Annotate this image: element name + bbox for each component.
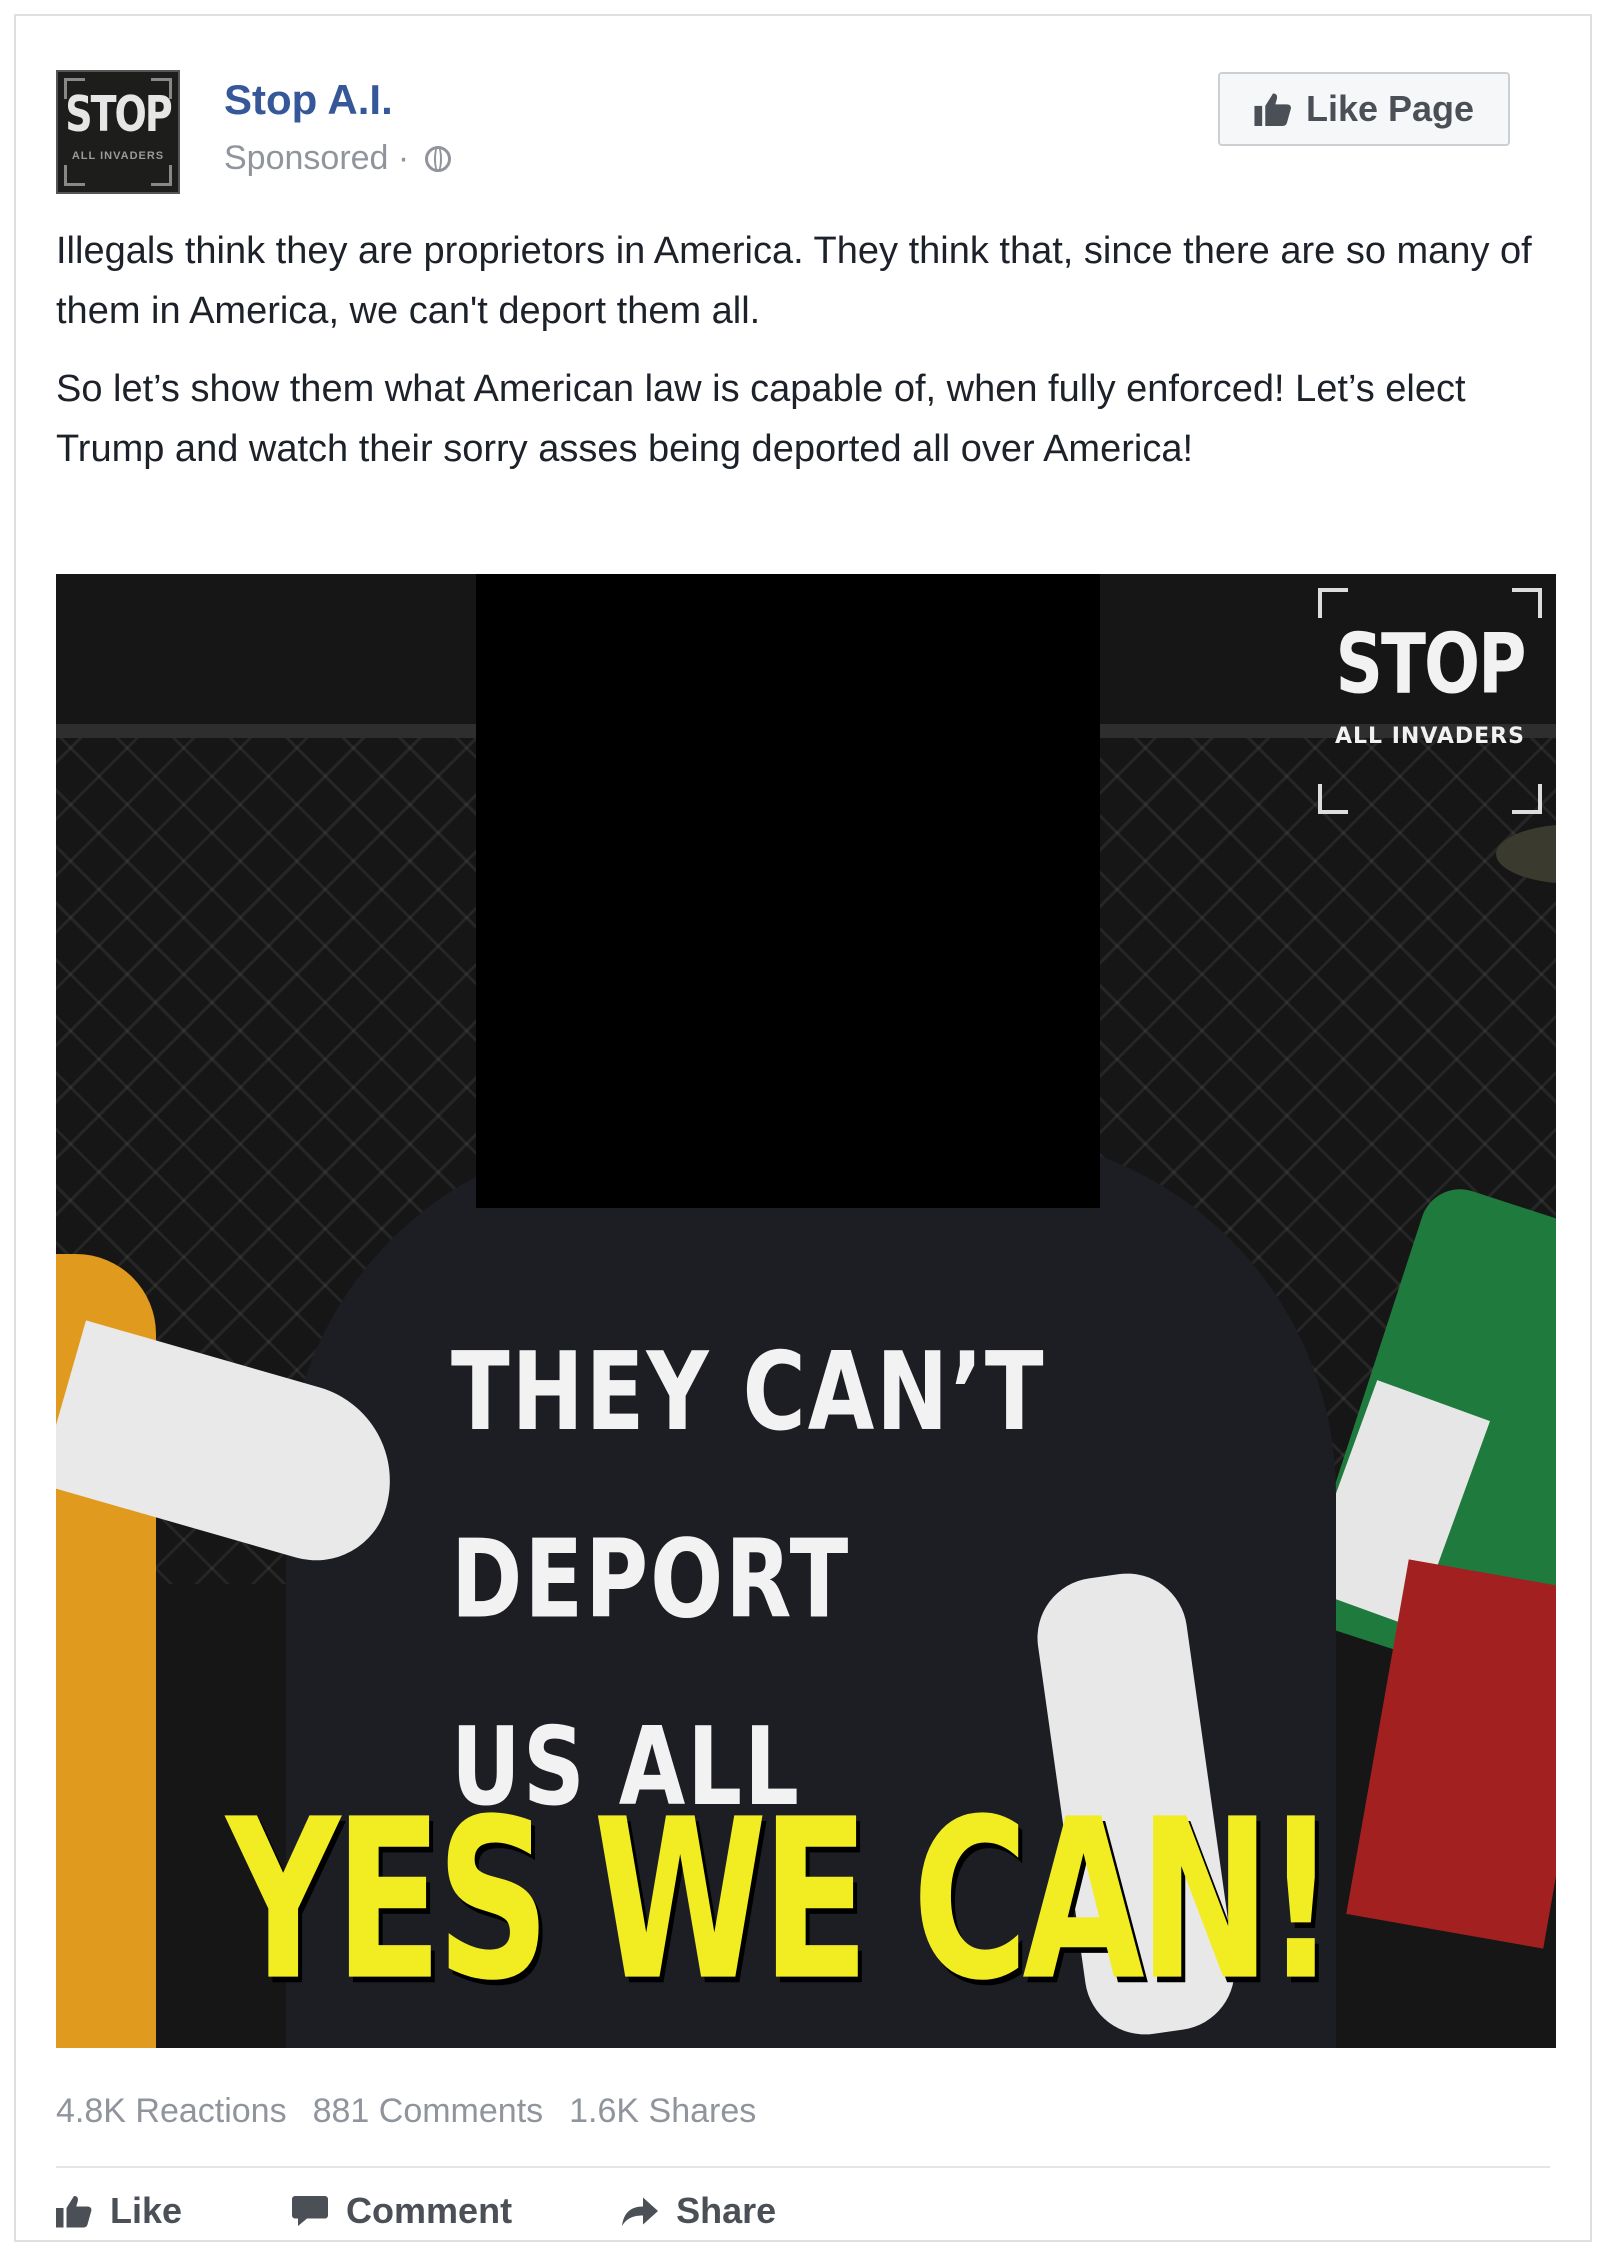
comment-bubble-icon [292, 2196, 329, 2226]
post-paragraph: So let’s show them what American law is … [56, 368, 1466, 470]
meta-separator: · [397, 139, 410, 177]
image-caption: YES WE CAN! [226, 1772, 1337, 2030]
shares-count[interactable]: 1.6K Shares [569, 2086, 756, 2136]
engagement-stats: 4.8K Reactions 881 Comments 1.6K Shares [56, 2086, 756, 2136]
sponsored-label[interactable]: Sponsored [224, 139, 388, 177]
share-button[interactable]: Share [622, 2190, 776, 2232]
post-image[interactable]: THEY CAN’T DEPORT US ALL STOP ALL INVADE… [56, 574, 1556, 2048]
like-label: Like [110, 2190, 183, 2231]
divider [56, 2166, 1550, 2168]
avatar-corner [151, 165, 172, 186]
avatar-corner [64, 165, 85, 186]
logo-corner [1512, 784, 1542, 814]
reactions-count[interactable]: 4.8K Reactions [56, 2086, 287, 2136]
post-meta: Sponsored · [224, 136, 451, 180]
action-bar: Like Comment Share [56, 2176, 886, 2246]
avatar-logo-subtext: ALL INVADERS [71, 150, 165, 162]
logo-corner [1512, 588, 1542, 618]
post-header: STOP ALL INVADERS Stop A.I. Sponsored · … [56, 56, 1550, 196]
page-name-link[interactable]: Stop A.I. [224, 76, 393, 124]
share-label: Share [676, 2190, 777, 2231]
logo-corner [1318, 784, 1348, 814]
logo-subtitle: ALL INVADERS [1335, 724, 1525, 749]
stop-all-invaders-logo: STOP ALL INVADERS [1318, 588, 1542, 814]
avatar-logo-text: STOP [65, 85, 172, 143]
face-censor-box [476, 574, 1100, 1208]
globe-icon [424, 146, 451, 172]
logo-title: STOP [1335, 616, 1526, 713]
thumbs-up-icon [1254, 93, 1291, 126]
logo-corner [1318, 588, 1348, 618]
sponsored-post-card: STOP ALL INVADERS Stop A.I. Sponsored · … [14, 14, 1592, 2242]
comment-button[interactable]: Comment [292, 2190, 512, 2232]
like-page-button[interactable]: Like Page [1218, 72, 1510, 146]
post-text: Illegals think they are proprietors in A… [56, 221, 1550, 497]
shirt-line: THEY CAN’T [451, 1330, 1046, 1456]
post-paragraph: Illegals think they are proprietors in A… [56, 230, 1532, 332]
like-page-label: Like Page [1305, 88, 1475, 129]
page-avatar[interactable]: STOP ALL INVADERS [56, 70, 180, 194]
share-arrow-icon [622, 2197, 659, 2226]
thumbs-up-icon [56, 2196, 92, 2228]
comments-count[interactable]: 881 Comments [313, 2086, 544, 2136]
shirt-line: DEPORT [451, 1517, 851, 1643]
like-button[interactable]: Like [56, 2190, 182, 2232]
comment-label: Comment [346, 2190, 513, 2231]
